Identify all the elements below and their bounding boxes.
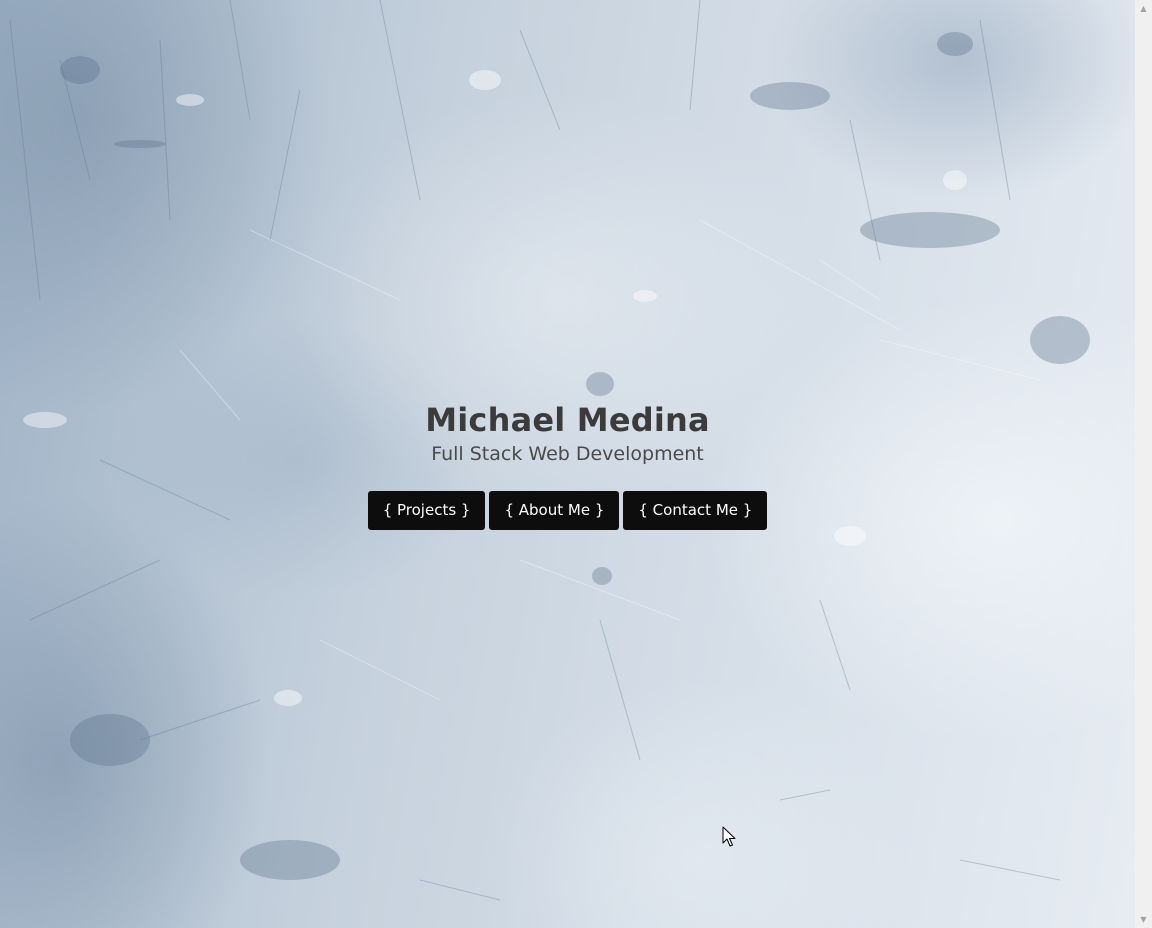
page-background: Michael Medina Full Stack Web Developmen… — [0, 0, 1135, 928]
scroll-down-arrow-icon[interactable]: ▼ — [1135, 911, 1152, 928]
scroll-up-arrow-icon[interactable]: ▲ — [1135, 0, 1152, 17]
contact-me-button[interactable]: { Contact Me } — [623, 491, 768, 530]
projects-button[interactable]: { Projects } — [367, 491, 486, 530]
nav-buttons: { Projects } { About Me } { Contact Me } — [0, 491, 1135, 530]
about-me-button[interactable]: { About Me } — [489, 491, 620, 530]
scrollbar-track[interactable] — [1137, 17, 1150, 911]
vertical-scrollbar[interactable]: ▲ ▼ — [1135, 0, 1152, 928]
page-title: Michael Medina — [425, 401, 710, 439]
page-subtitle: Full Stack Web Development — [431, 443, 704, 465]
hero-section: Michael Medina Full Stack Web Developmen… — [0, 400, 1135, 530]
browser-viewport: Michael Medina Full Stack Web Developmen… — [0, 0, 1152, 928]
mouse-pointer-icon — [722, 826, 736, 847]
